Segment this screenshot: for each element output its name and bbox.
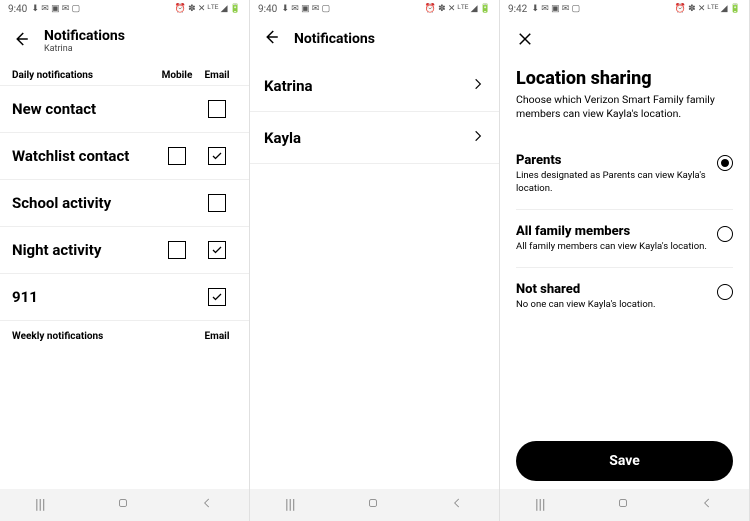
table-header-email: Email xyxy=(197,70,237,81)
status-time: 9:42 xyxy=(508,4,527,15)
radio-text: Not shared No one can view Kayla's locati… xyxy=(516,282,707,311)
table-header: Daily notifications Mobile Email xyxy=(0,64,249,85)
status-icons-left: ⬇ ✉ ▣ ✉ ▢ xyxy=(29,5,80,14)
radio-subtitle: No one can view Kayla's location. xyxy=(516,299,707,311)
header-title: Notifications xyxy=(44,28,125,44)
back-arrow-icon[interactable] xyxy=(262,28,280,50)
status-icons-right: ⏰ ✽ ✕ ᴸᵀᴱ ◢ 🔋 xyxy=(175,5,241,14)
home-icon[interactable] xyxy=(366,496,380,514)
daily-notifications-table: Daily notifications Mobile Email New con… xyxy=(0,64,249,489)
email-checkbox[interactable] xyxy=(208,147,226,165)
notification-label: Watchlist contact xyxy=(12,147,157,165)
notification-row: School activity xyxy=(0,179,249,226)
recents-icon[interactable]: ||| xyxy=(35,497,45,513)
email-col xyxy=(197,147,237,165)
status-icons-right: ⏰ ✽ ✕ ᴸᵀᴱ ◢ 🔋 xyxy=(675,5,741,14)
back-icon[interactable] xyxy=(450,496,464,514)
page-title: Location sharing xyxy=(516,68,733,89)
email-col xyxy=(197,241,237,259)
mobile-checkbox[interactable] xyxy=(168,147,186,165)
mobile-col xyxy=(157,147,197,165)
notification-row: New contact xyxy=(0,85,249,132)
radio-title: All family members xyxy=(516,224,707,239)
person-row[interactable]: Kayla xyxy=(250,112,499,164)
pane-daily-notifications: 9:40 ⬇ ✉ ▣ ✉ ▢ ⏰ ✽ ✕ ᴸᵀᴱ ◢ 🔋 Notificatio… xyxy=(0,0,250,521)
header-title: Notifications xyxy=(294,31,375,47)
radio-option-list: Parents Lines designated as Parents can v… xyxy=(516,139,733,325)
android-nav-bar: ||| xyxy=(250,489,499,521)
radio-option[interactable]: Not shared No one can view Kayla's locati… xyxy=(516,268,733,325)
radio-subtitle: All family members can view Kayla's loca… xyxy=(516,241,707,253)
header-titles: Notifications Katrina xyxy=(44,28,125,54)
radio-option[interactable]: Parents Lines designated as Parents can v… xyxy=(516,139,733,210)
status-bar: 9:40 ⬇ ✉ ▣ ✉ ▢ ⏰ ✽ ✕ ᴸᵀᴱ ◢ 🔋 xyxy=(0,0,249,18)
status-time: 9:40 xyxy=(8,4,27,15)
person-list: Katrina Kayla xyxy=(250,60,499,489)
table-header-label: Daily notifications xyxy=(12,70,157,81)
mobile-checkbox[interactable] xyxy=(168,241,186,259)
notification-row: Night activity xyxy=(0,226,249,273)
status-icons-right: ⏰ ✽ ✕ ᴸᵀᴱ ◢ 🔋 xyxy=(425,5,491,14)
page-description: Choose which Verizon Smart Family family… xyxy=(516,93,733,121)
weekly-label: Weekly notifications xyxy=(12,331,197,342)
radio-button[interactable] xyxy=(717,226,733,242)
email-checkbox[interactable] xyxy=(208,100,226,118)
notification-row: 911 xyxy=(0,273,249,320)
chevron-right-icon xyxy=(471,76,485,95)
header-subtitle: Katrina xyxy=(44,44,125,54)
android-nav-bar: ||| xyxy=(0,489,249,521)
email-col xyxy=(197,194,237,212)
notification-label: School activity xyxy=(12,194,157,212)
weekly-section-header: Weekly notifications Email xyxy=(0,320,249,346)
radio-subtitle: Lines designated as Parents can view Kay… xyxy=(516,170,707,195)
radio-title: Not shared xyxy=(516,282,707,297)
radio-option[interactable]: All family members All family members can… xyxy=(516,210,733,268)
status-bar: 9:40 ⬇ ✉ ▣ ✉ ▢ ⏰ ✽ ✕ ᴸᵀᴱ ◢ 🔋 xyxy=(250,0,499,18)
weekly-col: Email xyxy=(197,331,237,342)
table-header-mobile: Mobile xyxy=(157,70,197,81)
notification-label: New contact xyxy=(12,100,157,118)
radio-text: All family members All family members can… xyxy=(516,224,707,253)
notification-label: Night activity xyxy=(12,241,157,259)
email-col xyxy=(197,288,237,306)
radio-button[interactable] xyxy=(717,155,733,171)
radio-title: Parents xyxy=(516,153,707,168)
email-checkbox[interactable] xyxy=(208,288,226,306)
notification-row: Watchlist contact xyxy=(0,132,249,179)
notification-label: 911 xyxy=(12,288,157,306)
pane-people-list: 9:40 ⬇ ✉ ▣ ✉ ▢ ⏰ ✽ ✕ ᴸᵀᴱ ◢ 🔋 Notificatio… xyxy=(250,0,500,521)
recents-icon[interactable]: ||| xyxy=(285,497,295,513)
home-icon[interactable] xyxy=(116,496,130,514)
person-name: Kayla xyxy=(264,129,301,147)
close-icon[interactable] xyxy=(500,18,749,64)
header: Notifications Katrina xyxy=(0,18,249,64)
back-icon[interactable] xyxy=(200,496,214,514)
header: Notifications xyxy=(250,18,499,60)
pane-location-sharing: 9:42 ⬇ ✉ ▣ ✉ ▢ ⏰ ✽ ✕ ᴸᵀᴱ ◢ 🔋 Location sh… xyxy=(500,0,750,521)
radio-text: Parents Lines designated as Parents can v… xyxy=(516,153,707,195)
back-icon[interactable] xyxy=(700,496,714,514)
person-name: Katrina xyxy=(264,77,313,95)
back-arrow-icon[interactable] xyxy=(12,30,30,52)
home-icon[interactable] xyxy=(616,496,630,514)
person-row[interactable]: Katrina xyxy=(250,60,499,112)
status-icons-left: ⬇ ✉ ▣ ✉ ▢ xyxy=(279,5,330,14)
android-nav-bar: ||| xyxy=(500,489,749,521)
header-titles: Notifications xyxy=(294,31,375,47)
email-checkbox[interactable] xyxy=(208,241,226,259)
location-sharing-content: Location sharing Choose which Verizon Sm… xyxy=(500,64,749,489)
status-icons-left: ⬇ ✉ ▣ ✉ ▢ xyxy=(529,5,580,14)
mobile-col xyxy=(157,241,197,259)
email-checkbox[interactable] xyxy=(208,194,226,212)
recents-icon[interactable]: ||| xyxy=(535,497,545,513)
radio-button[interactable] xyxy=(717,284,733,300)
save-button[interactable]: Save xyxy=(516,441,733,481)
email-col xyxy=(197,100,237,118)
chevron-right-icon xyxy=(471,128,485,147)
status-bar: 9:42 ⬇ ✉ ▣ ✉ ▢ ⏰ ✽ ✕ ᴸᵀᴱ ◢ 🔋 xyxy=(500,0,749,18)
status-time: 9:40 xyxy=(258,4,277,15)
